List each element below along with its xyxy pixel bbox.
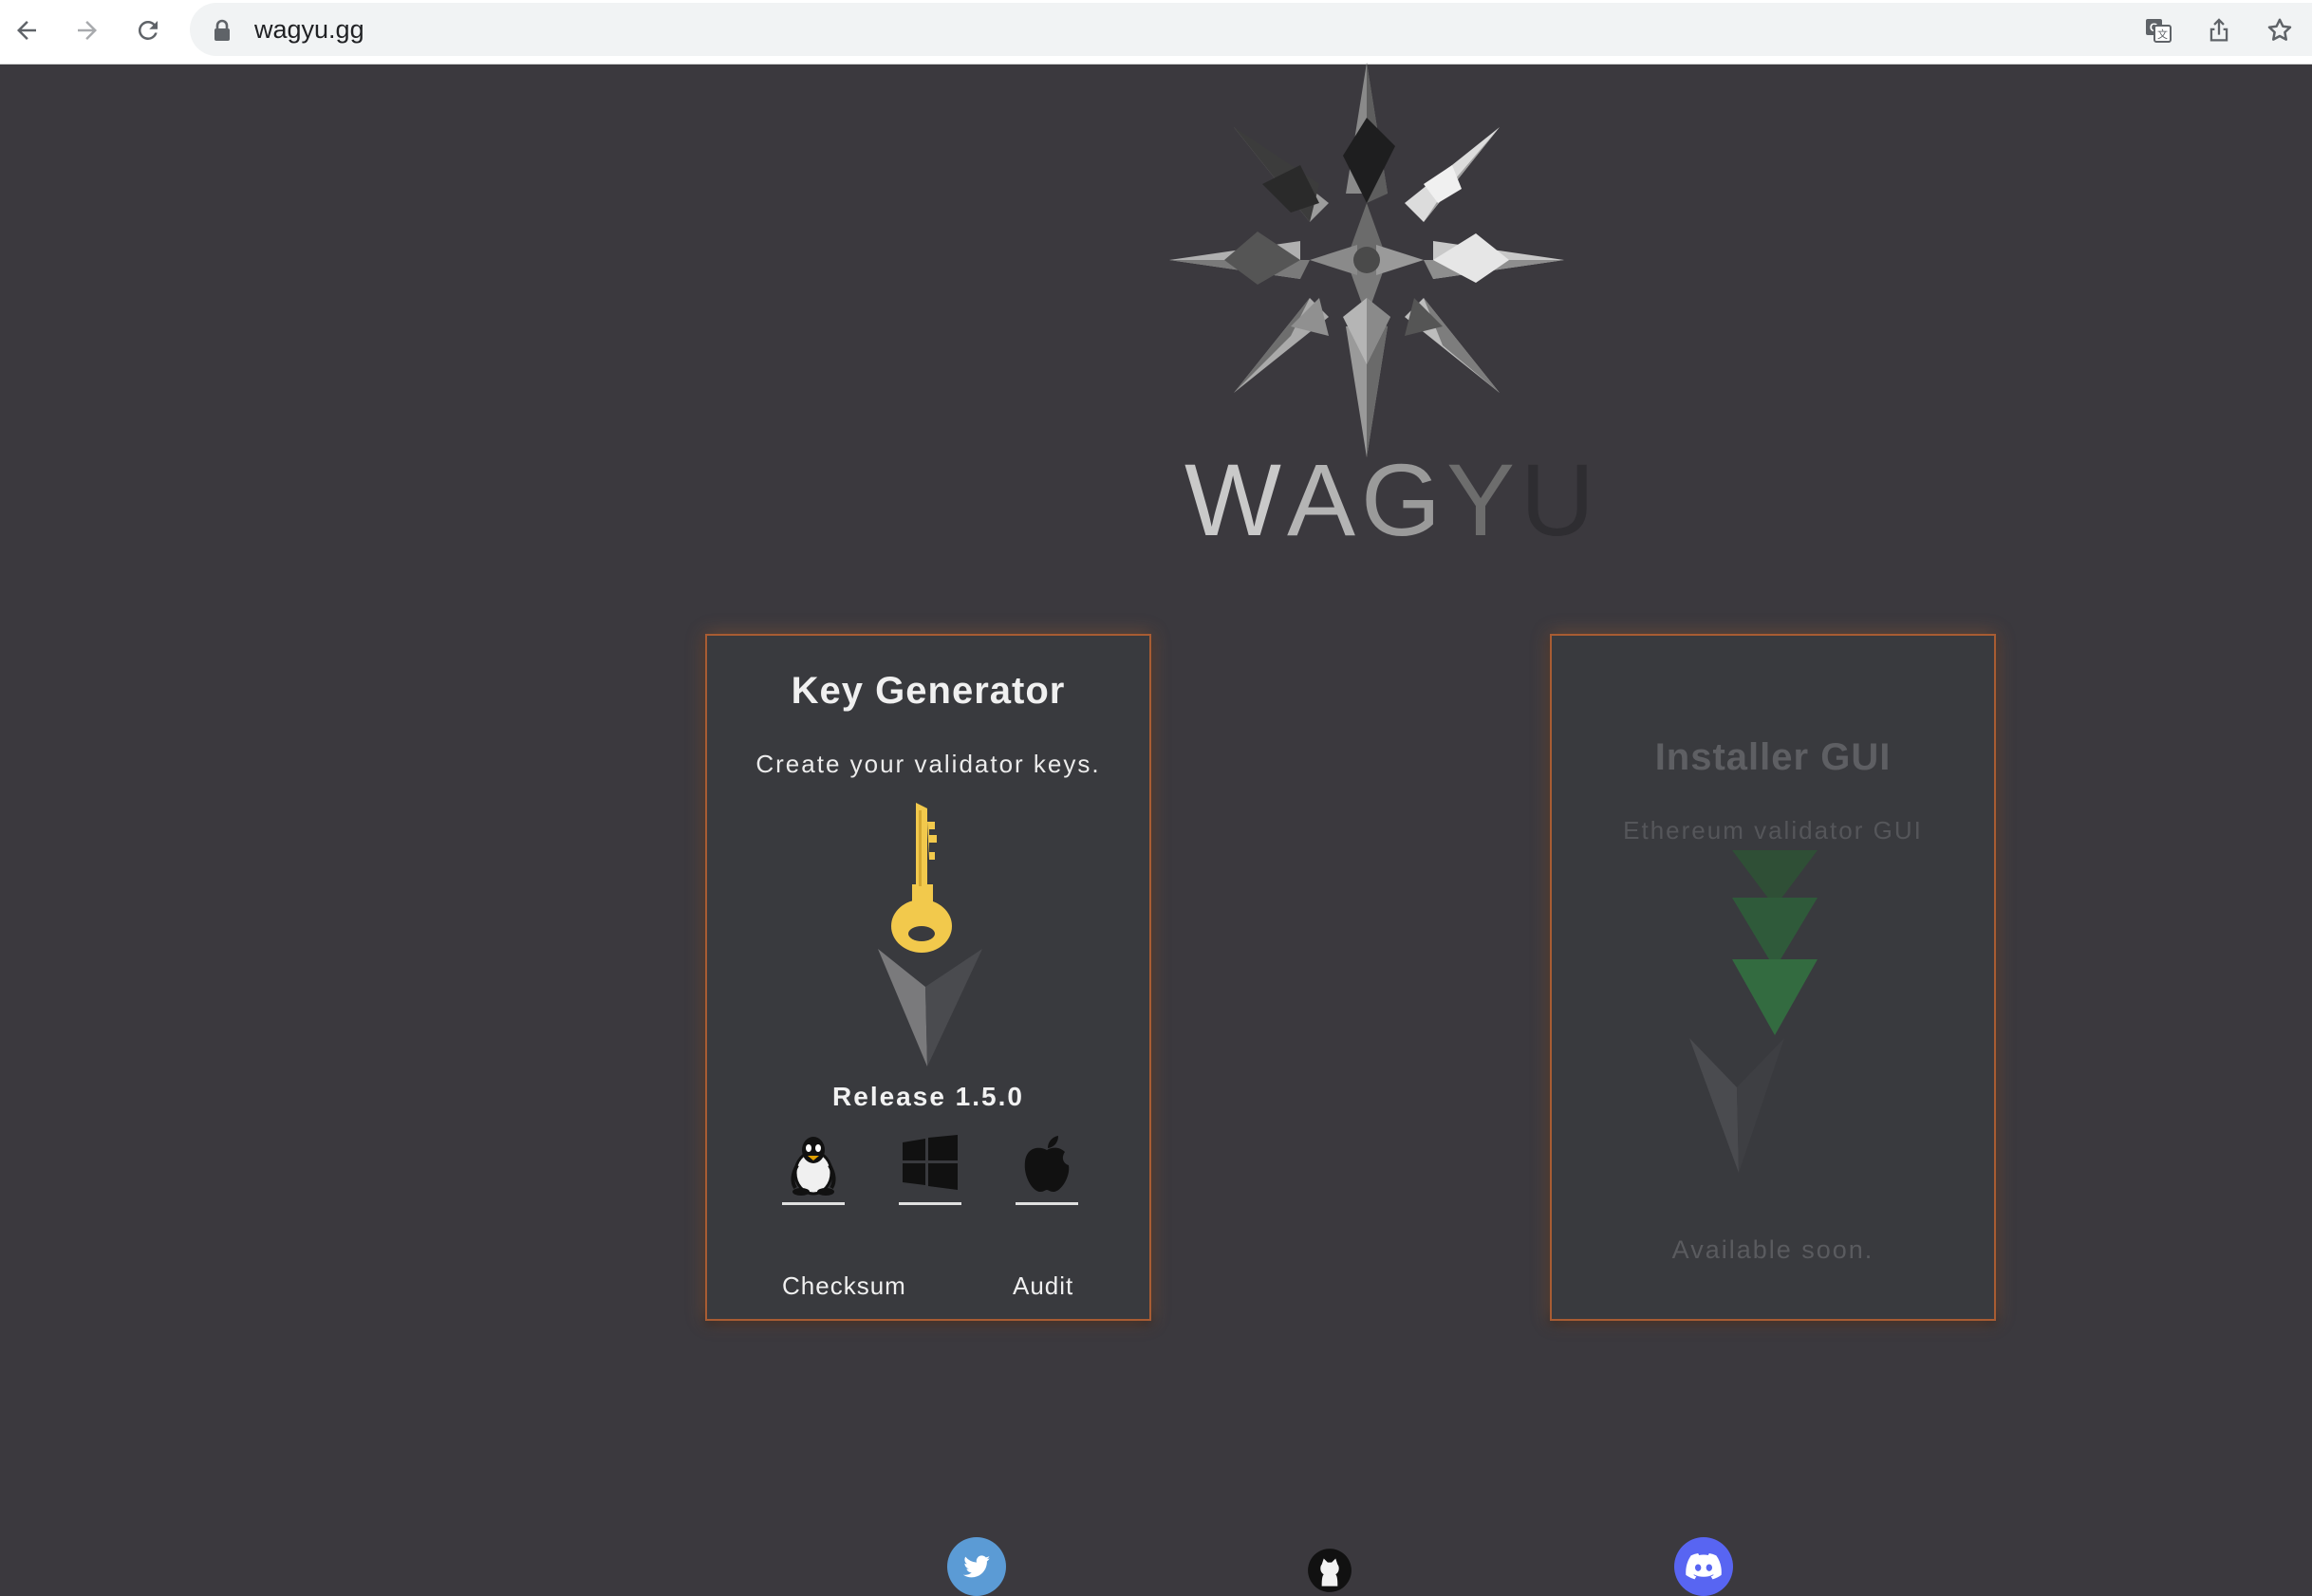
audit-link[interactable]: Audit <box>1013 1271 1073 1301</box>
github-icon <box>1308 1549 1352 1592</box>
translate-button[interactable]: G文 <box>2139 11 2177 49</box>
card-subtitle: Ethereum validator GUI <box>1623 816 1923 844</box>
reload-icon <box>138 20 158 40</box>
installer-gui-card: Installer GUI Ethereum validator GUI Ava… <box>1550 634 1996 1321</box>
forward-button[interactable] <box>66 9 108 51</box>
download-windows-button[interactable] <box>899 1135 961 1205</box>
card-subtitle: Create your validator keys. <box>755 750 1101 778</box>
checksum-link[interactable]: Checksum <box>782 1271 906 1301</box>
wordmark-letter: Y <box>1446 442 1521 557</box>
underline <box>1016 1202 1078 1205</box>
bookmark-button[interactable] <box>2261 11 2299 49</box>
download-linux-button[interactable] <box>782 1135 845 1205</box>
underline <box>899 1202 961 1205</box>
discord-link[interactable] <box>1674 1537 1733 1596</box>
apple-icon <box>1024 1136 1070 1192</box>
wagyu-logo <box>1169 63 1564 457</box>
translate-icon: G文 <box>2146 19 2172 43</box>
wagyu-wordmark: WAGYU <box>1184 448 1600 552</box>
key-icon <box>891 803 952 953</box>
key-generator-card: Key Generator Create your validator keys… <box>705 634 1151 1321</box>
url-text: wagyu.gg <box>254 15 364 44</box>
arrow-down-icon <box>878 949 982 1067</box>
wordmark-letter: A <box>1286 442 1361 557</box>
wordmark-letter: W <box>1184 442 1287 557</box>
address-bar[interactable]: wagyu.gg <box>190 3 2312 56</box>
wordmark-letter: G <box>1360 442 1446 557</box>
discord-icon <box>1686 1553 1722 1580</box>
share-icon <box>2209 18 2228 42</box>
card-title: Installer GUI <box>1654 736 1892 778</box>
lock-icon <box>214 19 230 41</box>
github-link[interactable] <box>1300 1537 1359 1596</box>
arrow-left-icon <box>17 21 36 40</box>
underline <box>782 1202 845 1205</box>
share-button[interactable] <box>2200 11 2238 49</box>
linux-icon <box>791 1137 836 1196</box>
wordmark-letter: U <box>1520 442 1601 557</box>
download-mac-button[interactable] <box>1016 1135 1078 1205</box>
card-title: Key Generator <box>791 670 1066 712</box>
installer-arrows-icon <box>1689 850 1818 1173</box>
availability-note: Available soon. <box>1671 1235 1874 1264</box>
back-button[interactable] <box>6 9 47 51</box>
release-version: Release 1.5.0 <box>832 1082 1024 1111</box>
arrow-right-icon <box>78 21 97 40</box>
star-icon <box>2267 18 2292 41</box>
twitter-icon <box>962 1555 991 1578</box>
windows-icon <box>903 1135 958 1190</box>
svg-text:文: 文 <box>2157 28 2168 41</box>
browser-toolbar: wagyu.gg G文 <box>0 0 2312 65</box>
twitter-link[interactable] <box>947 1537 1006 1596</box>
reload-button[interactable] <box>127 9 169 51</box>
